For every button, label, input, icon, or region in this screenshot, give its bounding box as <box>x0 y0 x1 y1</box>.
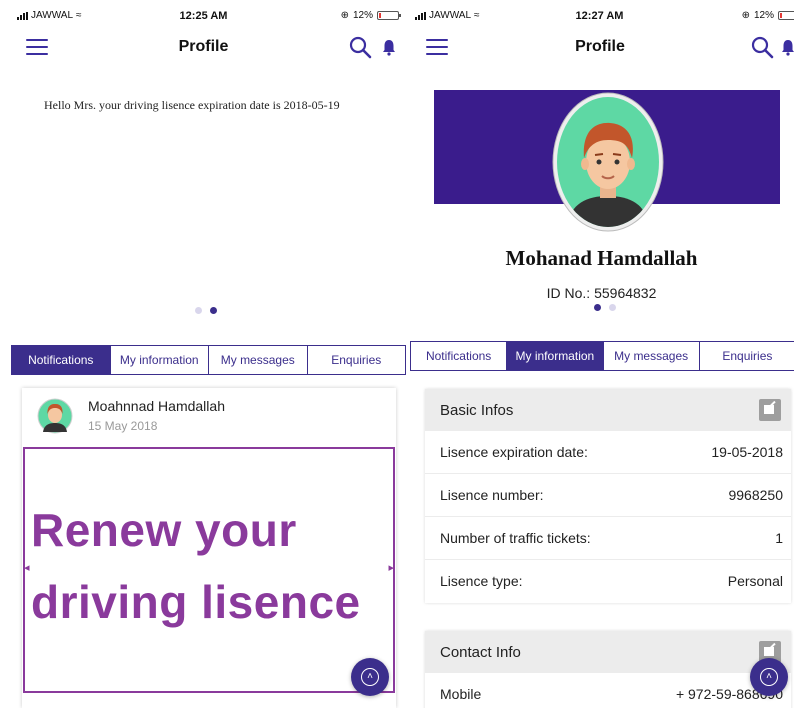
tab-enquiries[interactable]: Enquiries <box>307 346 405 374</box>
notification-author: Moahnnad Hamdallah <box>88 398 225 414</box>
carousel-dots <box>594 304 616 311</box>
search-icon[interactable] <box>348 35 372 59</box>
status-bar: JAWWAL ≈ 12:27 AM ⊕ 12% <box>409 8 794 24</box>
carousel-dot[interactable] <box>609 304 616 311</box>
screen-notifications: JAWWAL ≈ 12:25 AM ⊕ 12% Profile Hello Mr… <box>0 0 407 708</box>
tab-my-information[interactable]: My information <box>110 346 209 374</box>
profile-avatar <box>552 92 664 232</box>
info-row: Number of traffic tickets: 1 <box>425 517 791 560</box>
scroll-top-button[interactable]: ˄ <box>750 658 788 696</box>
info-row: Lisence number: 9968250 <box>425 474 791 517</box>
battery-group: ⊕ 12% <box>340 10 401 21</box>
carousel-dots <box>195 307 217 314</box>
carousel-dot[interactable] <box>594 304 601 311</box>
basic-infos-rows: Lisence expiration date: 19-05-2018 Lisenc… <box>425 431 791 603</box>
info-value: 1 <box>775 530 783 546</box>
screen-my-information: JAWWAL ≈ 12:27 AM ⊕ 12% Profile Mohanad … <box>409 0 794 708</box>
info-label: Lisence type: <box>440 573 523 589</box>
info-value: 9968250 <box>728 487 783 503</box>
status-bar: JAWWAL ≈ 12:25 AM ⊕ 12% <box>0 8 407 24</box>
status-time: 12:27 AM <box>575 10 624 22</box>
tab-my-information[interactable]: My information <box>507 342 604 370</box>
info-value: 19-05-2018 <box>711 444 783 460</box>
lock-rotation-icon: ⊕ <box>741 10 750 21</box>
battery-fill <box>379 13 382 18</box>
contact-info-section: Contact Info Mobile + 972-59-868690 <box>425 631 791 708</box>
page-title: Profile <box>575 38 625 55</box>
tab-notifications[interactable]: Notifications <box>12 346 111 374</box>
carousel-dot[interactable] <box>210 307 217 314</box>
chevron-left-icon: ◂ <box>24 562 30 574</box>
bell-icon[interactable] <box>381 38 397 56</box>
scroll-top-button[interactable]: ˄ <box>351 658 389 696</box>
notification-card[interactable]: Moahnnad Hamdallah 15 May 2018 ◂ Renew y… <box>22 388 396 708</box>
chevron-right-icon: ▸ <box>388 562 394 574</box>
basic-infos-header: Basic Infos <box>425 389 791 431</box>
tab-my-messages[interactable]: My messages <box>603 342 700 370</box>
info-label: Lisence number: <box>440 487 544 503</box>
contact-info-header: Contact Info <box>425 631 791 673</box>
tab-enquiries[interactable]: Enquiries <box>699 342 794 370</box>
info-row: Mobile + 972-59-868690 <box>425 673 791 708</box>
basic-infos-title: Basic Infos <box>440 402 514 419</box>
navbar: Profile <box>0 30 407 66</box>
lock-rotation-icon: ⊕ <box>340 10 349 21</box>
battery-icon <box>377 11 401 20</box>
carousel-dot[interactable] <box>195 307 202 314</box>
tab-bar: Notifications My information My messages En… <box>410 341 794 371</box>
info-label: Number of traffic tickets: <box>440 530 591 546</box>
profile-name: Mohanad Hamdallah <box>505 246 698 270</box>
info-row: Lisence expiration date: 19-05-2018 <box>425 431 791 474</box>
avatar <box>37 398 73 434</box>
tab-notifications[interactable]: Notifications <box>411 342 508 370</box>
promo-image: ◂ Renew your driving lisence ▸ <box>23 447 395 693</box>
edit-icon[interactable] <box>759 399 781 421</box>
search-icon[interactable] <box>750 35 774 59</box>
bell-icon[interactable] <box>780 38 794 56</box>
navbar: Profile <box>409 30 794 66</box>
battery-fill <box>780 13 783 18</box>
promo-line-1: Renew your <box>31 504 297 556</box>
battery-group: ⊕ 12% <box>742 10 794 21</box>
battery-icon <box>778 11 794 20</box>
profile-id: ID No.: 55964832 <box>546 285 657 301</box>
info-row: Lisence type: Personal <box>425 560 791 603</box>
contact-info-title: Contact Info <box>440 644 521 661</box>
info-label: Mobile <box>440 686 482 702</box>
expiration-notice: Hello Mrs. your driving lisence expirati… <box>44 98 340 112</box>
page-title: Profile <box>178 38 229 55</box>
battery-percent: 12% <box>352 10 373 21</box>
basic-infos-section: Basic Infos Lisence expiration date: 19-0… <box>425 389 791 603</box>
battery-percent: 12% <box>753 10 774 21</box>
scroll-top-icon: ˄ <box>361 668 379 686</box>
scroll-top-icon: ˄ <box>760 668 778 686</box>
contact-info-rows: Mobile + 972-59-868690 <box>425 673 791 708</box>
notification-date: 15 May 2018 <box>88 419 158 433</box>
info-label: Lisence expiration date: <box>440 444 588 460</box>
info-value: Personal <box>727 573 783 589</box>
tab-my-messages[interactable]: My messages <box>209 346 308 374</box>
tab-bar: Notifications My information My messages En… <box>11 345 406 375</box>
promo-line-2: driving lisence <box>31 576 361 628</box>
